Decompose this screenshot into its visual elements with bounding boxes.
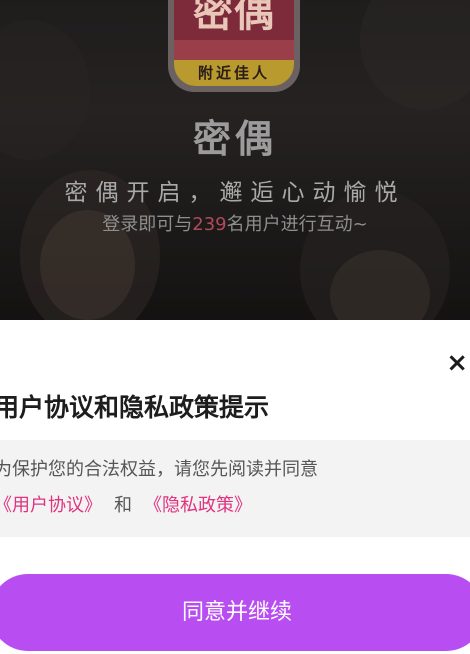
notice-text: 为保护您的合法权益，请您先阅读并同意 <box>0 459 318 480</box>
close-icon[interactable]: × <box>446 350 468 376</box>
links-conjunction: 和 <box>114 495 132 516</box>
dialog-title: 用户协议和隐私政策提示 <box>0 393 270 422</box>
user-count-suffix: 名用户进行互动~ <box>226 214 368 235</box>
app-logo-band <box>174 40 294 60</box>
agreement-links: 《用户协议》和《隐私政策》 <box>0 491 252 517</box>
user-agreement-link[interactable]: 《用户协议》 <box>0 495 102 516</box>
background-photo: 密偶 附近佳人 密偶 密偶开启，邂逅心动愉悦 登录即可与239名用户进行互动~ <box>0 0 470 320</box>
app-logo: 密偶 附近佳人 <box>168 0 300 92</box>
privacy-dialog: × 用户协议和隐私政策提示 为保护您的合法权益，请您先阅读并同意 《用户协议》和… <box>0 320 470 654</box>
app-name: 密偶 <box>192 117 277 161</box>
privacy-policy-link[interactable]: 《隐私政策》 <box>144 495 252 516</box>
app-logo-top: 密偶 <box>174 0 294 44</box>
app-logo-glyph: 密偶 <box>193 0 275 36</box>
user-count: 239 <box>192 214 227 235</box>
notice-box: 为保护您的合法权益，请您先阅读并同意 《用户协议》和《隐私政策》 <box>0 440 470 537</box>
user-count-prefix: 登录即可与 <box>102 214 193 235</box>
user-count-line: 登录即可与239名用户进行互动~ <box>0 210 470 236</box>
app-logo-inner: 密偶 附近佳人 <box>174 0 294 86</box>
app-logo-tag: 附近佳人 <box>197 64 270 82</box>
agree-continue-button[interactable]: 同意并继续 <box>0 574 470 651</box>
app-slogan: 密偶开启，邂逅心动愉悦 <box>64 180 406 206</box>
